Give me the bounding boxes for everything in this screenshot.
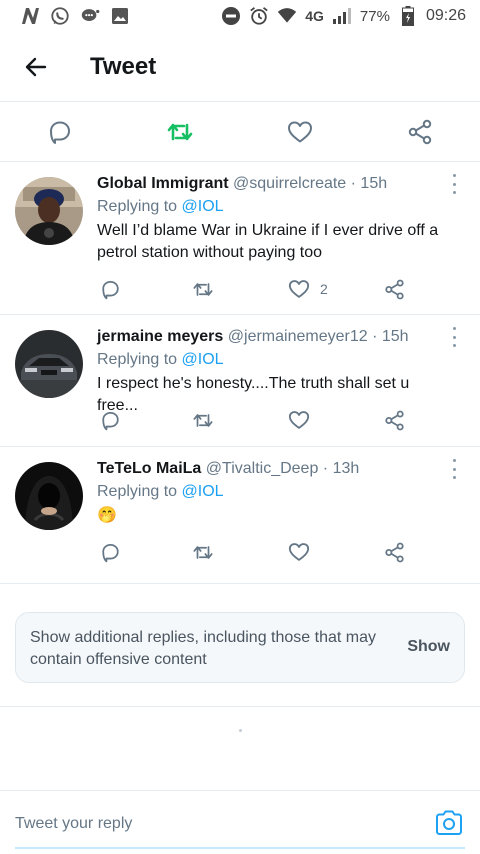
reply-header: jermaine meyers @jermainemeyer12 · 15h [97, 326, 450, 348]
whatsapp-icon [50, 6, 70, 26]
reply-icon [101, 280, 119, 299]
author-name[interactable]: jermaine meyers [97, 328, 223, 345]
more-replies-box[interactable]: Show additional replies, including those… [15, 612, 465, 683]
reply-button[interactable] [46, 118, 74, 146]
like-button[interactable] [286, 118, 314, 146]
retweet-icon [193, 282, 213, 296]
replying-to: Replying to @IOL [97, 481, 450, 503]
reply-body: jermaine meyers @jermainemeyer12 · 15h R… [97, 326, 450, 417]
clock-time: 09:26 [425, 7, 466, 24]
retweet-button[interactable] [192, 541, 214, 563]
retweet-icon [193, 413, 213, 427]
share-icon [384, 279, 404, 299]
reply-header: TeTeLo MaiLa @Tivaltic_Deep · 13h [97, 458, 450, 480]
reply-button[interactable] [99, 278, 121, 300]
replying-to: Replying to @IOL [97, 196, 450, 218]
battery-percent: 77% [359, 7, 390, 25]
replying-to: Replying to @IOL [97, 349, 450, 371]
like-icon [288, 411, 310, 429]
share-button[interactable] [406, 118, 434, 146]
like-icon [288, 280, 310, 298]
reply-body: TeTeLo MaiLa @Tivaltic_Deep · 13h Replyi… [97, 458, 450, 527]
camera-icon [436, 810, 462, 835]
like-count: 2 [320, 281, 328, 297]
battery-icon [398, 6, 418, 26]
share-button[interactable] [383, 278, 405, 300]
mention-link[interactable]: @IOL [182, 198, 224, 215]
reply-header: Global Immigrant @squirrelcreate · 15h [97, 173, 450, 195]
reply-tweet[interactable]: Global Immigrant @squirrelcreate · 15h R… [0, 162, 480, 315]
avatar[interactable] [15, 462, 83, 530]
page-title: Tweet [90, 52, 157, 80]
reply-body: Global Immigrant @squirrelcreate · 15h R… [97, 173, 450, 264]
share-button[interactable] [383, 409, 405, 431]
status-bar: 4G 77% 09:26 [0, 0, 480, 32]
retweet-icon [193, 545, 213, 559]
chat-bubble-icon [80, 6, 100, 26]
share-icon [384, 410, 404, 430]
mention-link[interactable]: @IOL [182, 351, 224, 368]
retweet-button[interactable] [192, 409, 214, 431]
replying-to-label: Replying to [97, 483, 182, 500]
alarm-icon [249, 6, 269, 26]
author-handle-time: @jermainemeyer12 · 15h [227, 328, 409, 345]
reply-composer [0, 790, 480, 854]
gallery-icon [110, 6, 130, 26]
do-not-disturb-icon [221, 6, 241, 26]
signal-icon [332, 6, 352, 26]
reply-tweet[interactable]: TeTeLo MaiLa @Tivaltic_Deep · 13h Replyi… [0, 447, 480, 584]
retweet-icon [167, 123, 193, 141]
author-handle-time: @Tivaltic_Deep · 13h [205, 460, 360, 477]
like-icon [288, 543, 310, 561]
avatar[interactable] [15, 330, 83, 398]
divider [0, 706, 480, 707]
arrow-left-icon [25, 57, 47, 76]
like-icon [288, 121, 312, 143]
n-app-icon [20, 6, 40, 26]
reply-button[interactable] [99, 409, 121, 431]
input-underline [15, 847, 465, 849]
replying-to-label: Replying to [97, 351, 182, 368]
retweet-button[interactable] [192, 278, 214, 300]
reply-input[interactable] [15, 813, 395, 835]
retweet-button[interactable] [166, 118, 194, 146]
back-button[interactable] [18, 49, 54, 85]
author-name[interactable]: TeTeLo MaiLa [97, 460, 201, 477]
share-button[interactable] [383, 541, 405, 563]
like-button[interactable] [288, 278, 310, 300]
like-button[interactable] [288, 541, 310, 563]
tweet-action-bar [0, 102, 480, 162]
camera-button[interactable] [435, 809, 463, 837]
page-header: Tweet [0, 32, 480, 102]
reply-button[interactable] [99, 541, 121, 563]
share-icon [384, 542, 404, 562]
loading-dot [239, 729, 242, 732]
avatar[interactable] [15, 177, 83, 245]
wifi-icon [277, 6, 297, 26]
like-button[interactable] [288, 409, 310, 431]
author-handle-time: @squirrelcreate · 15h [233, 175, 388, 192]
share-icon [408, 119, 432, 145]
author-name[interactable]: Global Immigrant [97, 175, 229, 192]
network-type: 4G [305, 8, 324, 24]
replying-to-label: Replying to [97, 198, 182, 215]
show-button[interactable]: Show [407, 638, 450, 656]
tweet-text: 🤭 [97, 507, 117, 524]
tweet-text: Well I’d blame War in Ukraine if I ever … [97, 222, 439, 261]
reply-icon [50, 121, 70, 144]
reply-icon [101, 543, 119, 562]
reply-tweet[interactable]: jermaine meyers @jermainemeyer12 · 15h R… [0, 315, 480, 447]
reply-icon [101, 411, 119, 430]
more-replies-text: Show additional replies, including those… [30, 629, 376, 668]
mention-link[interactable]: @IOL [182, 483, 224, 500]
